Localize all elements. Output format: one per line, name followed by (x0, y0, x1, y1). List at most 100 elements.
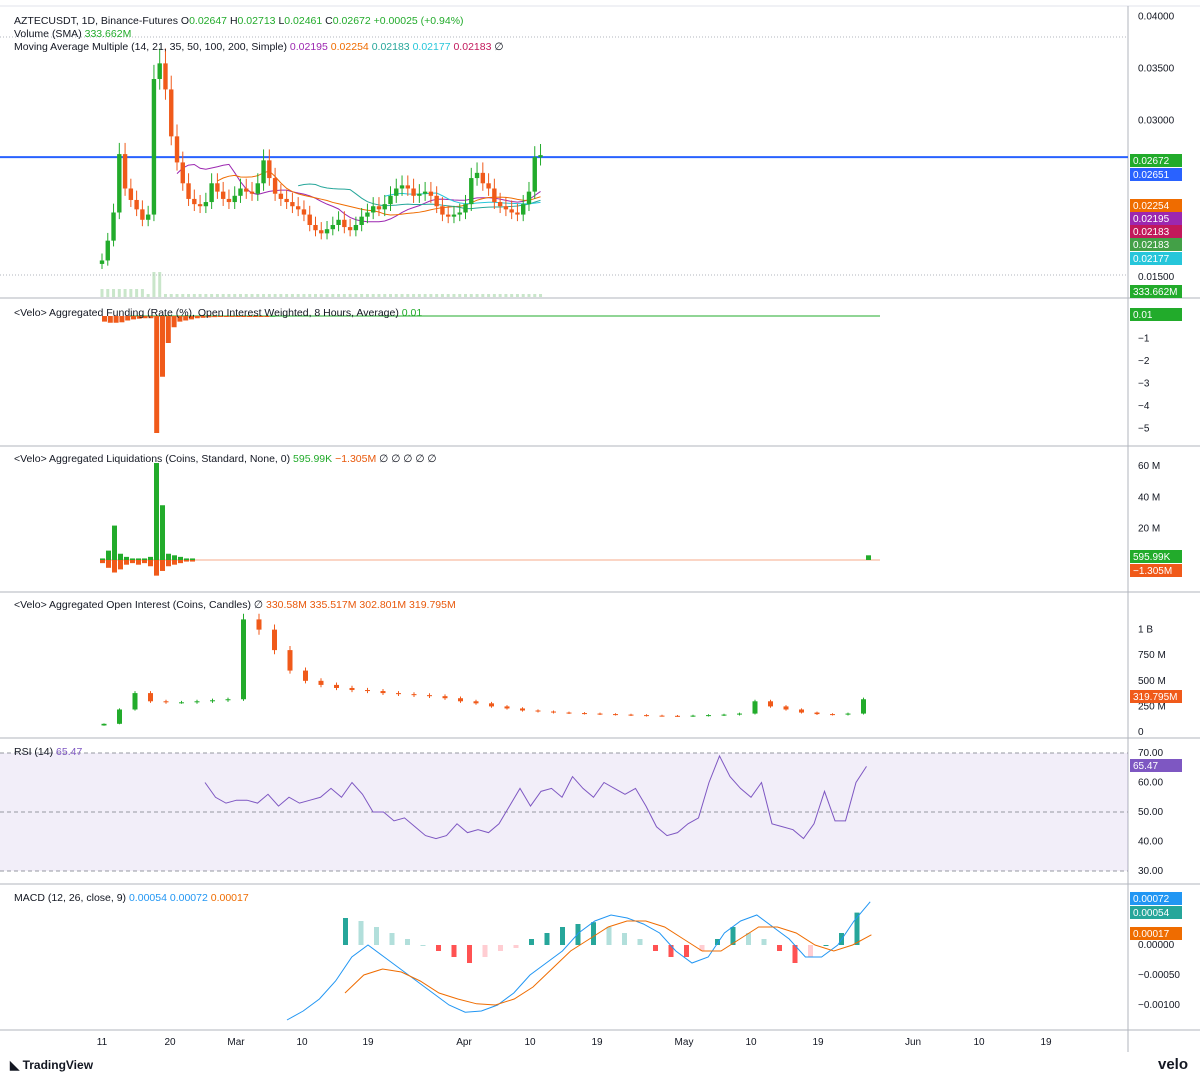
volume-bar (527, 294, 531, 297)
x-tick-label: 10 (745, 1037, 757, 1048)
liq-short-bar (136, 560, 141, 565)
volume-bar (429, 294, 433, 297)
price-candle (342, 219, 347, 228)
volume-bar (377, 294, 381, 297)
price-candle (319, 230, 324, 234)
price-candle (117, 154, 122, 213)
oi-candle (380, 691, 386, 694)
price-candle (370, 206, 376, 213)
price-candle (382, 204, 387, 210)
volume-bar (146, 294, 150, 297)
oi-candle (334, 684, 339, 688)
liq-short-bar (148, 560, 153, 567)
oi-candle (659, 715, 665, 717)
x-tick-label: May (675, 1037, 694, 1048)
liq-tick-label: 20 M (1138, 524, 1160, 535)
macd-histogram-bar (451, 945, 457, 957)
volume-bar (233, 294, 237, 297)
liq-long-bar (118, 553, 123, 560)
price-tick-label: 0.03500 (1138, 64, 1175, 75)
macd-histogram-bar (637, 939, 643, 945)
volume-bar (446, 294, 450, 297)
liq-long-bar (866, 555, 871, 560)
macd-histogram-bar (529, 939, 534, 945)
chart-canvas[interactable]: 0.04000 0.03500 0.03000 0.01500 0.02672 0.026… (0, 0, 1200, 1080)
volume-bar (360, 294, 364, 297)
volume-bar (423, 294, 427, 297)
oi-candle (473, 701, 479, 704)
price-candle (359, 216, 364, 225)
volume-bar (175, 294, 179, 297)
volume-bar (256, 294, 260, 297)
volume-bar (458, 294, 462, 297)
macd-histogram-bar (389, 933, 395, 945)
macd-histogram-bar (498, 945, 503, 951)
oi-candle (551, 711, 556, 713)
macd-histogram-bar (482, 945, 488, 957)
volume-bar (435, 294, 439, 297)
volume-bar (417, 294, 421, 297)
price-candle (301, 209, 307, 215)
liq-short-bar (130, 560, 135, 564)
volume-legend: Volume (SMA) 333.662M (14, 28, 132, 40)
oi-candle (799, 709, 804, 713)
oi-candle (148, 693, 153, 702)
price-candle (215, 183, 220, 192)
macd-histogram-bar (436, 945, 441, 951)
volume-bar (181, 294, 185, 297)
velo-logo: velo (1157, 1056, 1188, 1073)
liq-short-bar (166, 560, 171, 567)
oi-candle (396, 693, 401, 695)
price-candle (192, 198, 197, 205)
oi-candle (225, 699, 231, 701)
liq-short-bar (142, 560, 147, 564)
price-candle (440, 206, 445, 215)
price-candle (128, 188, 134, 200)
price-candle (521, 204, 526, 215)
price-candle (174, 136, 180, 163)
price-candle (295, 206, 301, 210)
price-candle (451, 214, 457, 217)
oi-candle (613, 714, 618, 716)
oi-candle (179, 702, 184, 704)
ma-legend: Moving Average Multiple (14, 21, 35, 50,… (14, 41, 504, 53)
price-candle (180, 162, 185, 184)
open-value: 0.02647 (189, 15, 228, 27)
funding-tick-label: −3 (1138, 379, 1150, 390)
price-candle (255, 183, 260, 194)
price-candle (145, 214, 151, 220)
change-value: +0.00025 (+0.94%) (373, 15, 464, 27)
price-candle (157, 63, 162, 79)
price-candle (99, 260, 105, 264)
liq-long-bar (190, 558, 195, 560)
volume-price-label: 333.662M (1133, 287, 1177, 298)
oi-tick-label: 250 M (1138, 701, 1166, 712)
volume-bar (365, 294, 369, 297)
macd-label-1: 0.00072 (1133, 894, 1170, 905)
oi-candle (442, 696, 448, 699)
oi-candle (690, 715, 696, 717)
price-candle (169, 89, 174, 137)
ma-label-5: 0.02177 (1133, 254, 1170, 265)
volume-bar (279, 294, 283, 297)
price-candle (122, 154, 128, 189)
volume-bar (400, 294, 404, 297)
liq-long-bar (112, 525, 117, 560)
volume-bar (244, 294, 248, 297)
rsi-tick-label: 50.00 (1138, 807, 1163, 818)
volume-bar (210, 294, 214, 297)
oi-candle (365, 690, 370, 692)
macd-histogram-bar (467, 945, 472, 963)
macd-histogram-bar (668, 945, 674, 957)
price-candle (226, 198, 232, 203)
volume-bar (267, 294, 271, 297)
x-tick-label: 19 (812, 1037, 824, 1048)
volume-bar (337, 294, 341, 297)
price-candle (284, 198, 289, 203)
oi-candle (349, 687, 355, 691)
price-candle (111, 212, 116, 241)
price-candle (492, 188, 497, 203)
price-candle (238, 188, 243, 196)
liq-long-bar (178, 556, 183, 560)
price-tick-label: 0.04000 (1138, 11, 1175, 22)
